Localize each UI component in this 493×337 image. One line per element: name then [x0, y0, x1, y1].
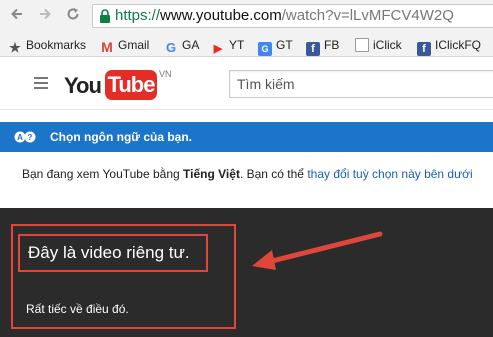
- speech-bubbles-icon: A ?: [14, 131, 36, 143]
- bookmark-ga[interactable]: G GA: [164, 37, 199, 55]
- bookmark-gmail[interactable]: M Gmail: [100, 37, 149, 55]
- back-arrow-icon[interactable]: [10, 7, 24, 21]
- title-highlight-box: Đây là video riêng tư.: [18, 234, 208, 272]
- bookmark-iclickfq[interactable]: f IClickFQ: [417, 37, 481, 56]
- forward-arrow-icon[interactable]: [38, 7, 52, 21]
- star-icon: ★: [9, 40, 21, 55]
- annotation-arrow-icon: [252, 231, 383, 270]
- lock-icon: [100, 9, 110, 23]
- address-bar[interactable]: https://www.youtube.com/watch?v=lLvMFCV4…: [92, 4, 493, 28]
- gmail-icon: M: [101, 39, 113, 55]
- svg-text:A: A: [17, 133, 23, 142]
- translate-icon: G: [258, 42, 272, 56]
- facebook-icon: f: [306, 42, 320, 56]
- bookmark-bookmarks[interactable]: ★ Bookmarks: [8, 37, 86, 55]
- facebook-icon: f: [417, 42, 431, 56]
- language-banner-title: Chọn ngôn ngữ của bạn.: [50, 130, 193, 144]
- bookmark-yt[interactable]: ▶ YT: [211, 37, 245, 55]
- bookmark-gt[interactable]: G GT: [258, 37, 293, 56]
- search-input[interactable]: Tìm kiếm: [229, 70, 493, 98]
- url-text: https://www.youtube.com/watch?v=lLvMFCV4…: [115, 7, 454, 24]
- search-placeholder: Tìm kiếm: [237, 76, 295, 92]
- hamburger-menu-icon[interactable]: [34, 77, 48, 89]
- language-notice-text: Bạn đang xem YouTube bằng Tiếng Việt. Bạ…: [22, 167, 473, 181]
- browser-toolbar: https://www.youtube.com/watch?v=lLvMFCV4…: [0, 0, 493, 33]
- reload-icon[interactable]: [66, 7, 80, 21]
- svg-text:?: ?: [28, 133, 33, 142]
- language-banner: A ? Chọn ngôn ngữ của bạn.: [0, 122, 493, 152]
- bookmarks-bar: ★ Bookmarks M Gmail G GA ▶ YT G GT f FB iClick…: [0, 33, 493, 57]
- player-area: Đây là video riêng tư. Rất tiếc về điều …: [0, 208, 493, 337]
- youtube-header: You Tube VN Tìm kiếm: [0, 58, 493, 110]
- google-icon: G: [165, 40, 177, 55]
- doc-icon: [355, 38, 369, 52]
- private-video-title: Đây là video riêng tư.: [28, 243, 190, 262]
- youtube-icon: ▶: [213, 43, 223, 55]
- language-notice-body: Bạn đang xem YouTube bằng Tiếng Việt. Bạ…: [0, 152, 493, 194]
- bookmark-fb[interactable]: f FB: [306, 37, 339, 56]
- private-video-subtitle: Rất tiếc về điều đó.: [26, 302, 129, 316]
- change-language-link[interactable]: thay đổi tuỳ chọn này bên dưới: [307, 167, 472, 181]
- bookmark-iclick[interactable]: iClick: [355, 37, 402, 53]
- highlight-box: Đây là video riêng tư. Rất tiếc về điều …: [11, 224, 236, 329]
